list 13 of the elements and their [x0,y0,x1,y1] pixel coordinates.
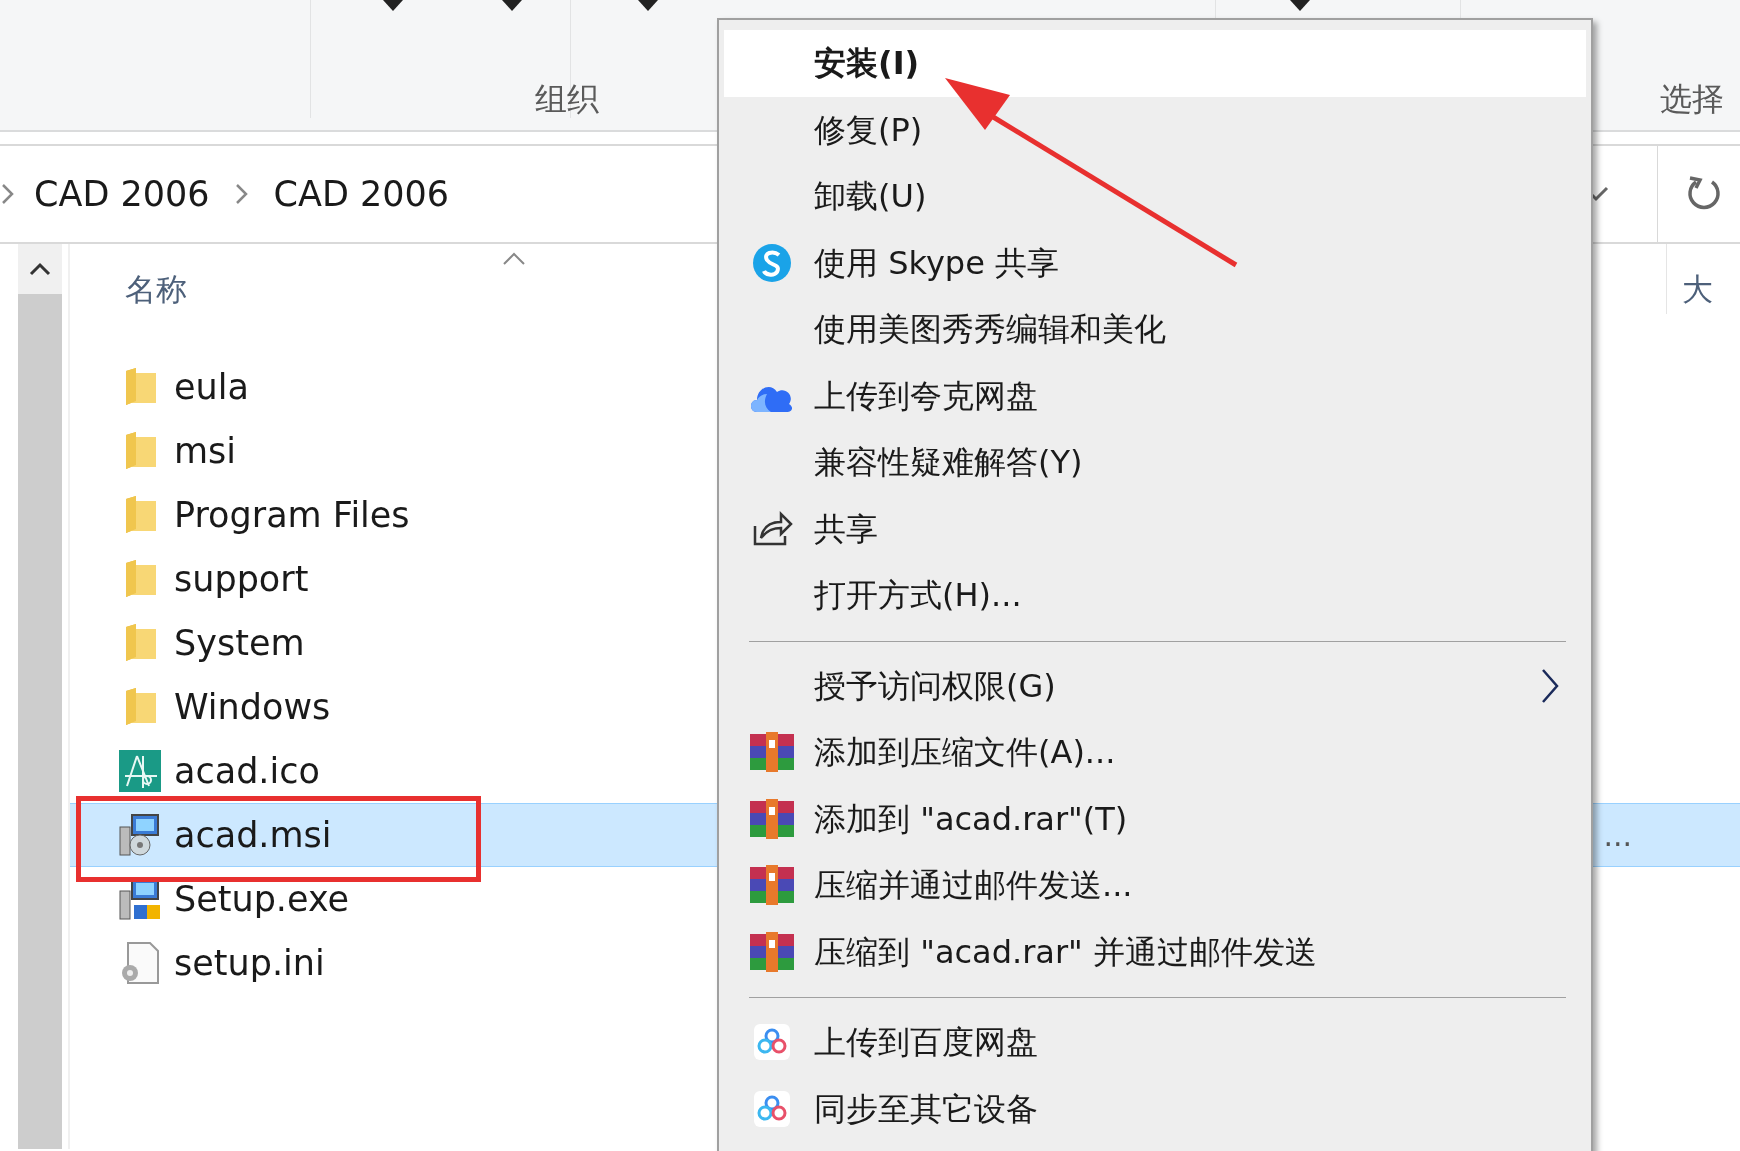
file-name: setup.ini [174,941,325,985]
file-name: Windows [174,685,331,729]
group-label: 组织 [535,79,599,120]
group-label: 选择 [1660,79,1724,120]
file-name: support [174,557,309,601]
file-detail: ... [1603,816,1632,855]
file-name: Program Files [174,493,410,537]
file-name: System [174,621,305,665]
file-name: Setup.exe [174,877,350,921]
file-name: acad.msi [174,813,332,857]
file-name: eula [174,365,249,409]
file-name: msi [174,429,237,473]
file-name: acad.ico [174,749,320,793]
